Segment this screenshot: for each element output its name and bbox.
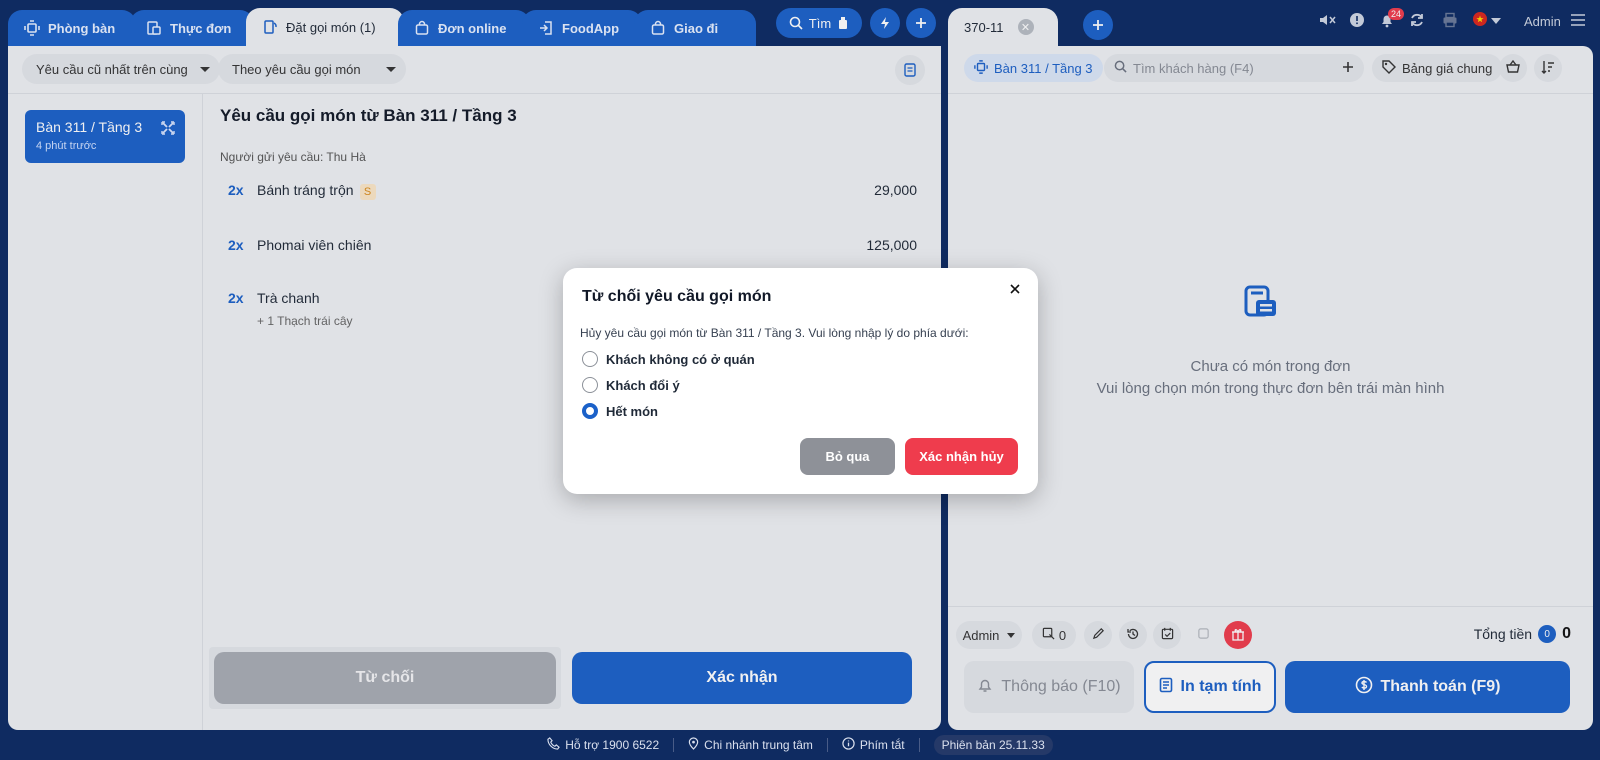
skip-button[interactable]: Bỏ qua xyxy=(800,438,895,475)
radio-button[interactable] xyxy=(582,351,598,367)
radio-button[interactable] xyxy=(582,377,598,393)
close-icon[interactable] xyxy=(1006,280,1024,298)
reason-label: Khách không có ở quán xyxy=(606,351,755,367)
reason-label: Hết món xyxy=(606,403,658,419)
reject-request-dialog: Từ chối yêu cầu gọi món Hủy yêu cầu gọi … xyxy=(563,268,1038,494)
dialog-title: Từ chối yêu cầu gọi món xyxy=(582,288,772,305)
dialog-description: Hủy yêu cầu gọi món từ Bàn 311 / Tầng 3.… xyxy=(580,326,969,340)
reason-option[interactable]: Hết món xyxy=(582,402,658,420)
reason-option[interactable]: Khách không có ở quán xyxy=(582,350,755,368)
radio-button-checked[interactable] xyxy=(582,403,598,419)
reason-option[interactable]: Khách đổi ý xyxy=(582,376,680,394)
confirm-cancel-button[interactable]: Xác nhận hủy xyxy=(905,438,1018,475)
reason-label: Khách đổi ý xyxy=(606,377,680,393)
